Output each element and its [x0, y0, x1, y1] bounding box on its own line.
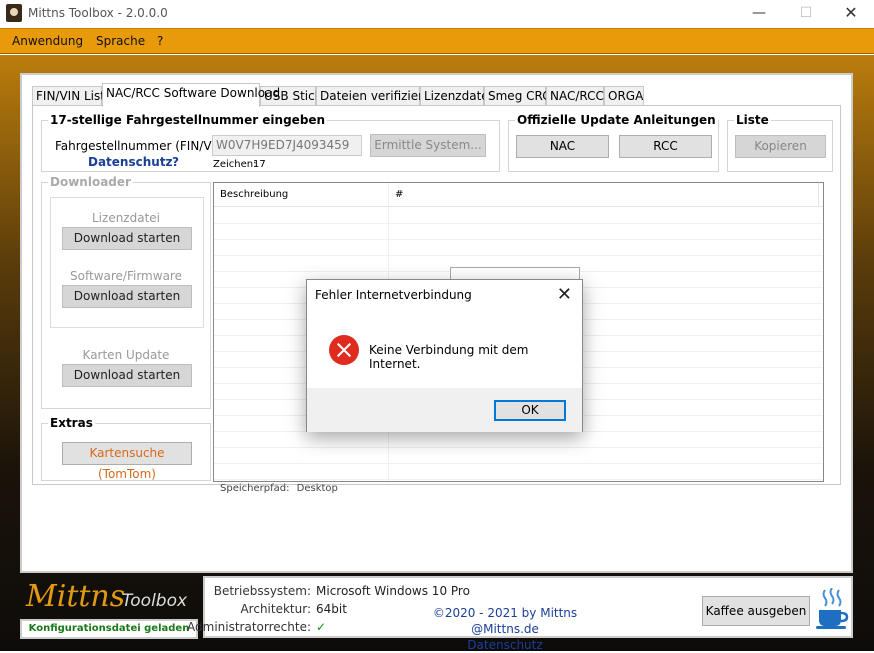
- copyright: ©2020 - 2021 by Mittns @Mittns.de Datens…: [405, 605, 605, 653]
- window-title: Mittns Toolbox - 2.0.0.0: [28, 6, 168, 20]
- logo-area: Mittns Toolbox Konfigurationsdatei gelad…: [18, 577, 200, 639]
- nac-button[interactable]: NAC: [516, 135, 609, 158]
- vin-input[interactable]: W0V7H9ED7J4093459: [212, 135, 362, 156]
- tab-lizenzdatei[interactable]: Lizenzdatei: [420, 86, 492, 106]
- list-row: [214, 224, 823, 240]
- rcc-button[interactable]: RCC: [619, 135, 712, 158]
- ok-button[interactable]: OK: [494, 400, 566, 421]
- error-icon: [329, 335, 359, 365]
- extras-group: Extras Kartensuche (TomTom): [41, 416, 211, 481]
- maximize-button[interactable]: ☐: [783, 0, 829, 28]
- copyright-text[interactable]: ©2020 - 2021 by Mittns @Mittns.de: [405, 605, 605, 637]
- system-info-bar: Betriebssystem: Architektur: Administrat…: [187, 576, 853, 652]
- config-status: Konfigurationsdatei geladen: [20, 619, 198, 639]
- char-count-label: Zeichen:: [213, 159, 257, 170]
- list-header: Beschreibung #: [214, 183, 823, 207]
- col-number[interactable]: #: [389, 183, 819, 207]
- update-guides-group: Offizielle Update Anleitungen NAC RCC: [508, 113, 719, 172]
- logo-toolbox: Toolbox: [122, 591, 188, 611]
- list-group: Liste Kopieren: [727, 113, 833, 172]
- tab-fin-vin-liste[interactable]: FIN/VIN Liste: [32, 86, 112, 106]
- list-row: [214, 208, 823, 224]
- map-search-button[interactable]: Kartensuche (TomTom): [62, 442, 192, 481]
- os-value: Microsoft Windows 10 Pro: [316, 584, 470, 598]
- maps-label: Karten Update: [82, 348, 170, 362]
- close-button[interactable]: ✕: [828, 0, 874, 28]
- storage-label: Speicherpfad:: [220, 483, 290, 494]
- extras-title: Extras: [48, 416, 95, 430]
- logo-mittns: Mittns: [26, 579, 126, 614]
- privacy-link[interactable]: Datenschutz: [88, 155, 173, 169]
- downloader-title: Downloader: [48, 175, 133, 189]
- char-count-value: 17: [253, 159, 266, 170]
- copy-button[interactable]: Kopieren: [735, 135, 826, 158]
- license-label: Lizenzdatei: [92, 211, 160, 225]
- arch-label: Architektur:: [240, 602, 311, 616]
- downloader-group: Downloader Lizenzdatei Download starten …: [41, 175, 211, 409]
- software-download-button[interactable]: Download starten: [62, 285, 192, 308]
- coffee-button[interactable]: Kaffee ausgeben: [702, 596, 810, 626]
- col-beschreibung[interactable]: Beschreibung: [214, 183, 389, 207]
- storage-path: Speicherpfad: Desktop: [220, 483, 338, 494]
- os-label: Betriebssystem:: [213, 584, 311, 598]
- list-group-title: Liste: [734, 113, 771, 127]
- menu-sprache[interactable]: Sprache: [96, 34, 145, 48]
- dialog-close-button[interactable]: ✕: [557, 284, 572, 305]
- list-row: [214, 464, 823, 480]
- admin-check-icon: ✓: [316, 620, 327, 634]
- list-row: [214, 448, 823, 464]
- vin-label: Fahrgestellnummer (FIN/VIN):: [55, 139, 233, 153]
- error-dialog: Fehler Internetverbindung ✕ Keine Verbin…: [306, 279, 583, 432]
- vin-group: 17-stellige Fahrgestellnummer eingeben F…: [41, 113, 500, 172]
- detect-system-button[interactable]: Ermittle System...: [370, 134, 486, 157]
- app-icon: [6, 4, 22, 22]
- storage-value: Desktop: [296, 483, 338, 494]
- admin-label: Administratorrechte:: [187, 620, 311, 634]
- list-row: [214, 240, 823, 256]
- menu-bar: Anwendung Sprache ?: [0, 28, 874, 54]
- tab-orga[interactable]: ORGA: [604, 86, 644, 106]
- maps-download-button[interactable]: Download starten: [62, 364, 192, 387]
- tab-dateien-verifizieren[interactable]: Dateien verifizieren: [316, 86, 438, 106]
- arch-value: 64bit: [316, 602, 347, 616]
- update-guides-title: Offizielle Update Anleitungen: [515, 113, 718, 127]
- dialog-message: Keine Verbindung mit dem Internet.: [369, 343, 529, 371]
- menu-anwendung[interactable]: Anwendung: [12, 34, 83, 48]
- dialog-footer: OK: [307, 388, 582, 432]
- list-row: [214, 432, 823, 448]
- minimize-button[interactable]: —: [736, 0, 782, 28]
- vin-group-title: 17-stellige Fahrgestellnummer eingeben: [48, 113, 328, 127]
- software-label: Software/Firmware: [70, 269, 182, 283]
- tab-nac-rcc[interactable]: NAC/RCC: [546, 86, 604, 106]
- coffee-cup-icon: [816, 588, 849, 629]
- tab-nac-rcc-software-download[interactable]: NAC/RCC Software Download: [102, 83, 280, 107]
- menu-help[interactable]: ?: [157, 34, 163, 48]
- title-bar: Mittns Toolbox - 2.0.0.0 — ☐ ✕: [0, 0, 874, 28]
- help-link[interactable]: ?: [172, 155, 179, 169]
- dialog-title: Fehler Internetverbindung: [315, 288, 472, 302]
- tab-smeg-crc[interactable]: Smeg CRC: [484, 86, 551, 106]
- license-download-button[interactable]: Download starten: [62, 227, 192, 250]
